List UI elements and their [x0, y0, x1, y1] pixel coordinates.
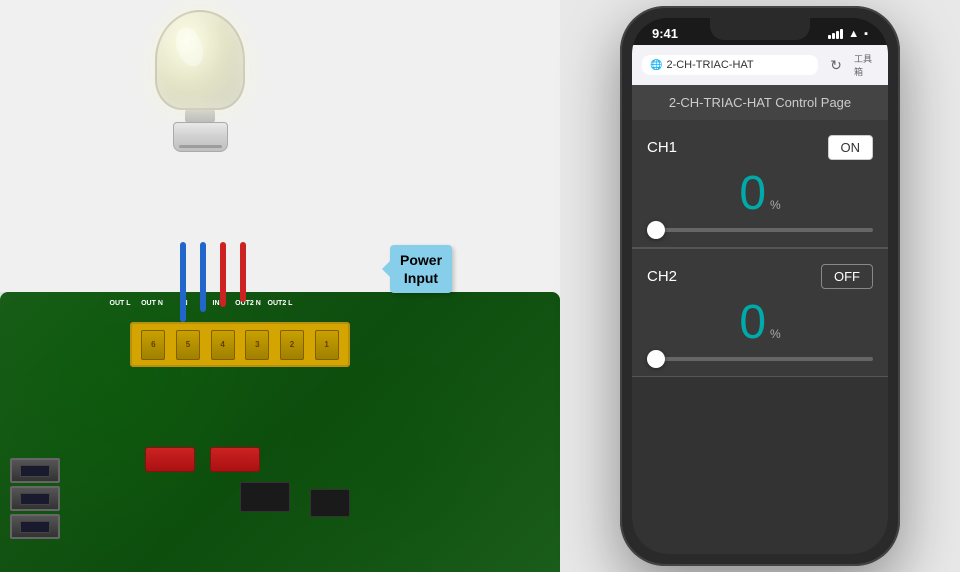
- channel-2-value: 0: [739, 299, 766, 347]
- usb-port-1: [10, 458, 60, 483]
- usb-port-2: [10, 486, 60, 511]
- relay-component-2: [210, 447, 260, 472]
- power-input-line2: Input: [404, 270, 438, 286]
- phone-notch: [710, 18, 810, 40]
- terminal-screw-5: 2: [280, 330, 304, 360]
- terminal-block: 6 5 4 3 2 1: [130, 322, 350, 367]
- board-inner: OUT L OUT N IN IN OUT2 N OUT2 L 6 5 4 3 …: [0, 292, 560, 572]
- terminal-screw-3: 4: [211, 330, 235, 360]
- signal-bar-3: [836, 31, 839, 39]
- relay-component-1: [145, 447, 195, 472]
- terminal-screw-6: 1: [315, 330, 339, 360]
- channel-1-slider-track: [647, 228, 873, 232]
- terminal-screw-2: 5: [176, 330, 200, 360]
- signal-bar-4: [840, 29, 843, 39]
- wire-blue-1: [180, 242, 186, 322]
- page-title: 2-CH-TRIAC-HAT Control Page: [632, 85, 888, 120]
- signal-bars: [828, 29, 843, 39]
- chip-component-1: [240, 482, 290, 512]
- browser-url-bar[interactable]: 🌐 2-CH-TRIAC-HAT: [642, 55, 818, 75]
- wire-blue-2: [200, 242, 206, 312]
- channel-2-slider-track: [647, 357, 873, 361]
- channel-1-slider-thumb[interactable]: [647, 221, 665, 239]
- tools-button[interactable]: 工具箱: [854, 53, 878, 77]
- terminal-screw-1: 6: [141, 330, 165, 360]
- channel-2-section: CH2 OFF 0 %: [632, 249, 888, 377]
- hardware-section: OUT L OUT N IN IN OUT2 N OUT2 L 6 5 4 3 …: [0, 0, 560, 572]
- status-icons: ▲ ▪: [828, 28, 868, 40]
- usb-port-3: [10, 514, 60, 539]
- channel-2-slider-container[interactable]: [647, 357, 873, 361]
- channel-2-value-display: 0 %: [647, 299, 873, 347]
- channel-2-header: CH2 OFF: [647, 264, 873, 289]
- channel-1-slider-container[interactable]: [647, 228, 873, 232]
- bulb-neck: [185, 110, 215, 122]
- channel-1-value-display: 0 %: [647, 170, 873, 218]
- channel-2-unit: %: [770, 327, 781, 341]
- circuit-board: OUT L OUT N IN IN OUT2 N OUT2 L 6 5 4 3 …: [0, 292, 560, 572]
- channel-2-slider-thumb[interactable]: [647, 350, 665, 368]
- terminal-label-out-l: OUT L: [105, 300, 135, 307]
- browser-bar[interactable]: 🌐 2-CH-TRIAC-HAT ↻ 工具箱: [632, 45, 888, 85]
- channel-2-toggle-button[interactable]: OFF: [821, 264, 873, 289]
- channel-1-header: CH1 ON: [647, 135, 873, 160]
- signal-bar-1: [828, 35, 831, 39]
- bulb-glass: [155, 10, 245, 110]
- signal-bar-2: [832, 33, 835, 39]
- wifi-icon: ▲: [848, 28, 859, 40]
- power-input-line1: Power: [400, 252, 442, 268]
- channel-1-unit: %: [770, 198, 781, 212]
- wire-red-1: [220, 242, 226, 307]
- terminal-label-out-n: OUT N: [137, 300, 167, 307]
- phone-screen: 9:41 ▲ ▪ 🌐 2-CH-TRIAC-HAT: [632, 18, 888, 554]
- url-text: 2-CH-TRIAC-HAT: [666, 59, 753, 71]
- channel-1-label: CH1: [647, 139, 677, 156]
- channel-1-value: 0: [739, 170, 766, 218]
- chip-component-2: [310, 489, 350, 517]
- terminal-label-out2l: OUT2 L: [265, 300, 295, 307]
- globe-icon: 🌐: [650, 60, 662, 71]
- bulb-base: [173, 122, 228, 152]
- usb-ports: [5, 455, 65, 542]
- channel-2-label: CH2: [647, 268, 677, 285]
- phone-section: 9:41 ▲ ▪ 🌐 2-CH-TRIAC-HAT: [560, 0, 960, 572]
- webpage-content: 2-CH-TRIAC-HAT Control Page CH1 ON 0 %: [632, 85, 888, 554]
- terminal-label-out2n: OUT2 N: [233, 300, 263, 307]
- power-input-label: Power Input: [390, 245, 452, 293]
- refresh-button[interactable]: ↻: [824, 53, 848, 77]
- phone-mockup: 9:41 ▲ ▪ 🌐 2-CH-TRIAC-HAT: [620, 6, 900, 566]
- status-time: 9:41: [652, 26, 678, 41]
- terminal-screw-4: 3: [245, 330, 269, 360]
- battery-icon: ▪: [864, 28, 868, 40]
- wire-red-2: [240, 242, 246, 302]
- channel-1-section: CH1 ON 0 %: [632, 120, 888, 248]
- light-bulb: [155, 10, 245, 152]
- channel-1-toggle-button[interactable]: ON: [828, 135, 874, 160]
